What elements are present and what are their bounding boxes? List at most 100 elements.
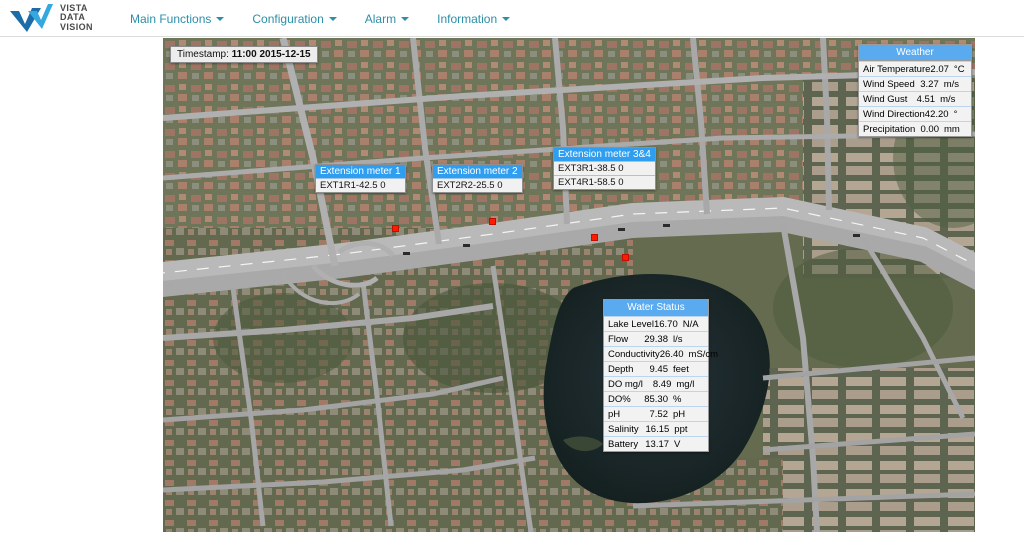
application-window: VISTA DATA VISION Main Functions Configu… [0, 0, 1024, 560]
water-value-battery: 13.17 [645, 438, 670, 450]
water-row-salinity: Salinity 16.15 ppt [604, 421, 708, 436]
weather-unit-precipitation: mm [943, 123, 960, 135]
water-value-conductivity: 26.40 [659, 348, 684, 360]
water-row-lake-level: Lake Level 16.70 N/A [604, 316, 708, 331]
bottom-bar: 1. Tunnel Project [0, 532, 1024, 560]
nav-item-information[interactable]: Information [437, 11, 511, 26]
water-value-lake-level: 16.70 [653, 318, 678, 330]
timestamp-label: Timestamp: [177, 49, 229, 60]
water-value-do-mgl: 8.49 [652, 378, 672, 390]
marker-ext1[interactable] [392, 225, 399, 232]
water-value-do-percent: 85.30 [644, 393, 668, 405]
weather-unit-wind-gust: m/s [940, 93, 956, 105]
water-label-conductivity: Conductivity [608, 348, 660, 360]
water-row-do-mgl: DO mg/l 8.49 mg/l [604, 376, 708, 391]
water-unit-lake-level: N/A [682, 318, 699, 330]
extension-meter-3-4-title: Extension meter 3&4 [554, 148, 655, 161]
timestamp-value: 11:00 2015-12-15 [231, 49, 311, 60]
weather-label-precipitation: Precipitation [863, 123, 916, 135]
weather-unit-air-temperature: °C [953, 63, 965, 75]
weather-value-wind-gust: 4.51 [916, 93, 936, 105]
vista-data-vision-logo-icon [10, 4, 53, 32]
weather-row-wind-speed: Wind Speed 3.27 m/s [859, 76, 971, 91]
water-unit-salinity: ppt [674, 423, 688, 435]
water-row-battery: Battery 13.17 V [604, 436, 708, 451]
chevron-down-icon [502, 16, 511, 21]
water-label-ph: pH [608, 408, 621, 420]
nav-label-configuration: Configuration [252, 11, 324, 26]
weather-row-wind-direction: Wind Direction 42.20 ° [859, 106, 971, 121]
weather-label-air-temperature: Air Temperature [863, 63, 931, 75]
top-navigation-bar: VISTA DATA VISION Main Functions Configu… [0, 0, 1024, 37]
chevron-down-icon [216, 16, 225, 21]
weather-panel[interactable]: Weather Air Temperature 2.07 °C Wind Spe… [858, 44, 972, 137]
water-row-flow: Flow 29.38 l/s [604, 331, 708, 346]
water-status-panel-title: Water Status [604, 300, 708, 316]
water-unit-do-percent: % [673, 393, 682, 405]
weather-value-air-temperature: 2.07 [930, 63, 949, 75]
nav-label-information: Information [437, 11, 498, 26]
water-unit-depth: feet [673, 363, 689, 375]
right-gutter [975, 38, 1024, 532]
weather-label-wind-gust: Wind Gust [863, 93, 908, 105]
water-row-ph: pH 7.52 pH [604, 406, 708, 421]
water-label-battery: Battery [608, 438, 639, 450]
brand-wordmark: VISTA DATA VISION [60, 3, 93, 33]
water-label-salinity: Salinity [608, 423, 639, 435]
extension-meter-2-title: Extension meter 2 [433, 165, 522, 178]
extension-meter-2-widget[interactable]: Extension meter 2 EXT2R2-25.5 0 [432, 164, 523, 193]
map-imagery [163, 38, 975, 532]
weather-row-air-temperature: Air Temperature 2.07 °C [859, 61, 971, 76]
extension-meter-1-widget[interactable]: Extension meter 1 EXT1R1-42.5 0 [315, 164, 406, 193]
water-label-flow: Flow [608, 333, 629, 345]
water-value-salinity: 16.15 [645, 423, 670, 435]
weather-row-precipitation: Precipitation 0.00 mm [859, 121, 971, 136]
weather-value-precipitation: 0.00 [920, 123, 939, 135]
nav-item-configuration[interactable]: Configuration [252, 11, 337, 26]
water-value-depth: 9.45 [649, 363, 669, 375]
marker-ext3[interactable] [591, 234, 598, 241]
water-unit-conductivity: mS/cm [688, 348, 719, 360]
extension-meter-4-value: EXT4R1-58.5 0 [554, 175, 655, 189]
nav-item-alarm[interactable]: Alarm [364, 11, 410, 26]
timestamp-box: Timestamp: 11:00 2015-12-15 [170, 46, 318, 63]
chevron-down-icon [401, 16, 410, 21]
extension-meter-3-4-widget[interactable]: Extension meter 3&4 EXT3R1-38.5 0 EXT4R1… [553, 147, 656, 190]
water-label-do-percent: DO% [608, 393, 631, 405]
water-value-flow: 29.38 [644, 333, 668, 345]
weather-row-wind-gust: Wind Gust 4.51 m/s [859, 91, 971, 106]
brand-logo[interactable]: VISTA DATA VISION [8, 2, 93, 34]
weather-panel-title: Weather [859, 45, 971, 61]
extension-meter-2-value: EXT2R2-25.5 0 [433, 178, 522, 192]
satellite-map-view[interactable]: Timestamp: 11:00 2015-12-15 Extension me… [163, 38, 975, 532]
extension-meter-1-value: EXT1R1-42.5 0 [316, 178, 405, 192]
extension-meter-3-value: EXT3R1-38.5 0 [554, 161, 655, 175]
weather-value-wind-speed: 3.27 [920, 78, 939, 90]
water-row-depth: Depth 9.45 feet [604, 361, 708, 376]
nav-item-main-functions[interactable]: Main Functions [130, 11, 225, 26]
brand-line-3: VISION [60, 21, 93, 32]
water-row-conductivity: Conductivity 26.40 mS/cm [604, 346, 718, 361]
water-unit-battery: V [674, 438, 681, 450]
weather-label-wind-speed: Wind Speed [863, 78, 915, 90]
water-row-do-percent: DO% 85.30 % [604, 391, 708, 406]
marker-ext4[interactable] [622, 254, 629, 261]
main-menu: Main Functions Configuration Alarm Infor… [130, 0, 511, 37]
extension-meter-1-title: Extension meter 1 [316, 165, 405, 178]
water-unit-do-mgl: mg/l [676, 378, 695, 390]
nav-label-alarm: Alarm [364, 11, 397, 26]
water-label-depth: Depth [608, 363, 634, 375]
water-value-ph: 7.52 [649, 408, 669, 420]
water-label-do-mgl: DO mg/l [608, 378, 643, 390]
water-unit-flow: l/s [673, 333, 683, 345]
left-gutter [0, 38, 163, 532]
marker-ext2[interactable] [489, 218, 496, 225]
weather-unit-wind-direction: ° [953, 108, 958, 120]
water-label-lake-level: Lake Level [608, 318, 654, 330]
weather-unit-wind-speed: m/s [943, 78, 960, 90]
water-unit-ph: pH [673, 408, 686, 420]
weather-value-wind-direction: 42.20 [924, 108, 949, 120]
weather-label-wind-direction: Wind Direction [863, 108, 925, 120]
nav-label-main-functions: Main Functions [130, 11, 212, 26]
water-status-panel[interactable]: Water Status Lake Level 16.70 N/A Flow 2… [603, 299, 718, 452]
